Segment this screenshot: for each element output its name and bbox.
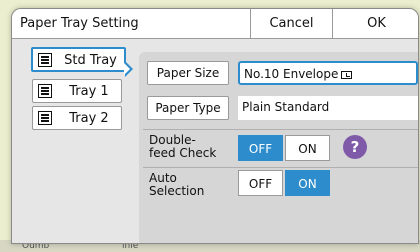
- dialog-title: Paper Tray Setting: [20, 16, 139, 31]
- help-icon: ?: [350, 138, 360, 156]
- tray-tab-std-tray[interactable]: Std Tray: [31, 47, 126, 72]
- paper-type-value: Plain Standard: [238, 96, 418, 120]
- paper-size-field[interactable]: No.10 Envelope: [238, 61, 418, 85]
- auto-selection-label: Auto Selection: [149, 171, 205, 198]
- tray-tab-label: Std Tray: [64, 53, 117, 68]
- paper-size-value: No.10 Envelope: [244, 67, 339, 81]
- paper-type-button[interactable]: Paper Type: [147, 96, 229, 120]
- help-button[interactable]: ?: [343, 135, 367, 159]
- envelope-orientation-icon: [341, 71, 353, 79]
- tray-settings-panel: Paper Size No.10 Envelope Paper Type Pla…: [139, 52, 418, 243]
- paper-tray-setting-dialog: Paper Tray Setting Cancel OK Std Tray Tr…: [11, 8, 419, 244]
- double-feed-off-toggle[interactable]: OFF: [238, 135, 283, 161]
- double-feed-on-toggle[interactable]: ON: [285, 135, 330, 161]
- auto-selection-off-toggle[interactable]: OFF: [238, 170, 283, 196]
- tray-tab-label: Tray 2: [69, 111, 109, 126]
- ok-button[interactable]: OK: [332, 9, 418, 39]
- cancel-button[interactable]: Cancel: [250, 9, 332, 39]
- divider: [143, 129, 418, 130]
- paper-size-button[interactable]: Paper Size: [147, 61, 229, 85]
- tray-tab-tray-1[interactable]: Tray 1: [32, 79, 122, 103]
- dialog-title-bar: Paper Tray Setting Cancel OK: [12, 9, 418, 39]
- tray-icon: [38, 53, 52, 67]
- tray-icon: [38, 84, 52, 98]
- tray-tab-tray-2[interactable]: Tray 2: [32, 106, 122, 130]
- double-feed-check-label: Double-feed Check: [149, 133, 217, 160]
- tray-icon: [38, 111, 52, 125]
- auto-selection-on-toggle[interactable]: ON: [285, 170, 330, 196]
- tray-tab-label: Tray 1: [69, 84, 109, 99]
- divider: [143, 167, 418, 168]
